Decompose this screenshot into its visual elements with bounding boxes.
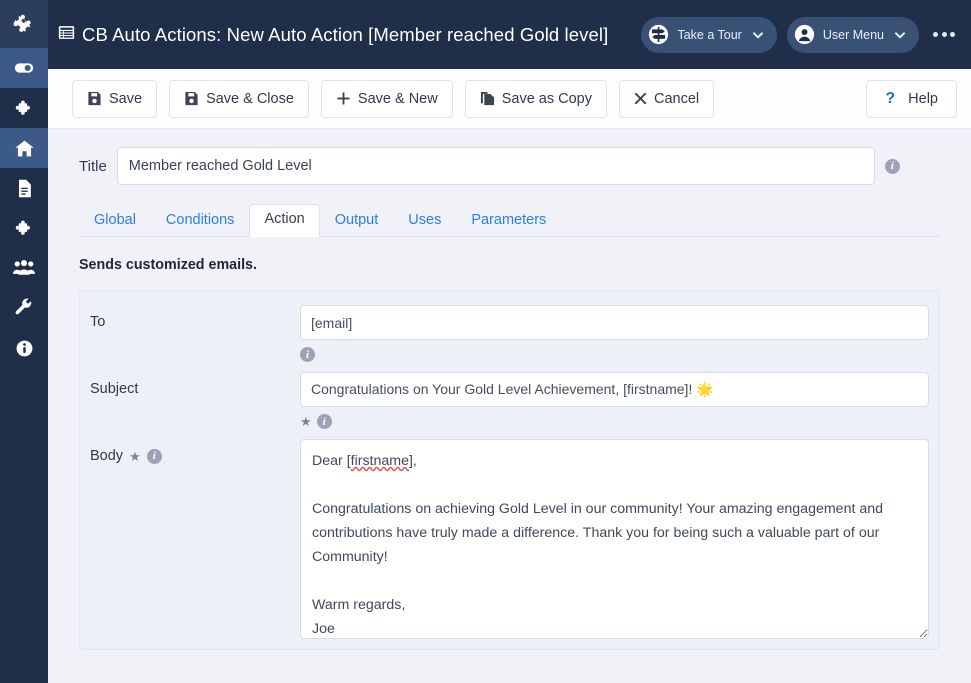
body-greeting-prefix: Dear [ xyxy=(312,453,351,469)
tab-parameters[interactable]: Parameters xyxy=(456,205,561,237)
sidebar-item-info[interactable] xyxy=(0,328,48,368)
save-button[interactable]: Save xyxy=(72,79,158,118)
field-body: Body ★ i Dear [firstname], Congratulatio… xyxy=(90,439,929,639)
user-circle-icon xyxy=(794,24,815,45)
subject-label-text: Subject xyxy=(90,381,139,397)
title-input[interactable] xyxy=(116,147,875,185)
puzzle-icon xyxy=(15,219,34,238)
page-title-text: CB Auto Actions: New Auto Action [Member… xyxy=(82,23,609,45)
body-signature: Joe xyxy=(312,621,335,637)
info-icon[interactable]: i xyxy=(884,158,900,174)
take-a-tour-label: Take a Tour xyxy=(677,27,742,42)
save-and-close-label: Save & Close xyxy=(206,90,294,107)
title-field-row: Title i xyxy=(79,147,940,185)
save-as-copy-button[interactable]: Save as Copy xyxy=(464,79,607,118)
tab-global[interactable]: Global xyxy=(79,205,151,237)
cancel-button[interactable]: Cancel xyxy=(619,79,715,118)
subject-input[interactable] xyxy=(300,372,929,407)
to-input[interactable] xyxy=(300,305,929,340)
save-disk-icon xyxy=(87,91,102,106)
body-textarea[interactable]: Dear [firstname], Congratulations on ach… xyxy=(300,439,929,639)
title-label: Title xyxy=(79,157,107,175)
action-toolbar: Save Save & Close Save & New Save as Cop… xyxy=(48,69,971,129)
to-label-text: To xyxy=(90,314,106,330)
joomla-logo-icon[interactable] xyxy=(0,0,48,48)
home-icon xyxy=(14,138,35,159)
signpost-icon xyxy=(648,24,669,45)
kebab-dot xyxy=(950,32,955,37)
help-button-label: Help xyxy=(908,90,938,107)
body-label: Body ★ i xyxy=(90,439,300,464)
to-label: To xyxy=(90,305,300,330)
users-icon xyxy=(13,259,35,277)
action-description: Sends customized emails. xyxy=(79,257,257,273)
take-a-tour-button[interactable]: Take a Tour xyxy=(641,16,777,53)
user-menu-label: User Menu xyxy=(822,27,884,42)
chevron-down-icon xyxy=(752,29,764,41)
tab-conditions[interactable]: Conditions xyxy=(151,205,250,237)
kebab-menu-icon[interactable] xyxy=(933,32,955,37)
info-icon[interactable]: i xyxy=(146,448,162,464)
page-title: CB Auto Actions: New Auto Action [Member… xyxy=(58,24,608,46)
to-meta: i xyxy=(300,347,929,362)
subject-control: ★ i xyxy=(300,372,929,429)
kebab-dot xyxy=(941,32,947,37)
subject-label: Subject xyxy=(90,372,300,397)
puzzle-icon xyxy=(15,99,34,118)
info-icon[interactable]: i xyxy=(300,347,315,362)
question-mark-icon: ? xyxy=(885,89,896,107)
sidebar xyxy=(0,0,48,683)
tab-bar: Global Conditions Action Output Uses Par… xyxy=(79,203,940,237)
sidebar-item-components[interactable] xyxy=(0,208,48,248)
sidebar-item-content[interactable] xyxy=(0,168,48,208)
save-button-label: Save xyxy=(109,90,143,107)
sidebar-item-extensions[interactable] xyxy=(0,88,48,128)
list-view-icon xyxy=(58,24,75,46)
document-icon xyxy=(16,179,33,198)
subject-meta: ★ i xyxy=(300,414,929,429)
copy-icon xyxy=(480,91,495,106)
body-signoff: Warm regards, xyxy=(312,597,406,613)
close-x-icon xyxy=(634,92,647,105)
user-menu-button[interactable]: User Menu xyxy=(786,16,919,53)
body-control: Dear [firstname], Congratulations on ach… xyxy=(300,439,929,639)
chevron-down-icon xyxy=(894,29,906,41)
to-control: i xyxy=(300,305,929,362)
main-column: CB Auto Actions: New Auto Action [Member… xyxy=(48,0,971,683)
content-area: Title i Global Conditions Action Output … xyxy=(48,129,971,683)
save-disk-icon xyxy=(184,91,199,106)
save-and-new-label: Save & New xyxy=(357,90,438,107)
save-and-close-button[interactable]: Save & Close xyxy=(169,79,309,118)
field-subject: Subject ★ i xyxy=(90,372,929,429)
top-header: CB Auto Actions: New Auto Action [Member… xyxy=(48,0,971,69)
body-greeting-suffix: ], xyxy=(408,453,417,469)
wrench-icon xyxy=(14,298,34,318)
help-button[interactable]: ? Help xyxy=(866,79,957,118)
sidebar-item-tools[interactable] xyxy=(0,288,48,328)
app-window: CB Auto Actions: New Auto Action [Member… xyxy=(0,0,971,683)
cancel-button-label: Cancel xyxy=(654,90,700,107)
toggle-icon xyxy=(13,57,35,79)
star-icon[interactable]: ★ xyxy=(300,415,312,428)
sidebar-item-users[interactable] xyxy=(0,248,48,288)
body-label-text: Body xyxy=(90,448,124,464)
kebab-dot xyxy=(933,32,938,37)
info-icon[interactable]: i xyxy=(316,414,332,429)
body-greeting-token: firstname xyxy=(350,453,409,469)
save-as-copy-label: Save as Copy xyxy=(501,90,592,107)
field-to: To i xyxy=(90,305,929,362)
tab-output[interactable]: Output xyxy=(320,205,394,237)
tab-action[interactable]: Action xyxy=(249,203,320,237)
info-circle-icon xyxy=(15,339,34,358)
body-paragraph: Congratulations on achieving Gold Level … xyxy=(312,501,887,565)
tab-uses[interactable]: Uses xyxy=(393,205,456,237)
sidebar-item-toggle[interactable] xyxy=(0,48,48,88)
plus-icon xyxy=(336,91,351,106)
save-and-new-button[interactable]: Save & New xyxy=(320,79,453,118)
star-icon[interactable]: ★ xyxy=(129,450,141,463)
sidebar-item-home[interactable] xyxy=(0,128,48,168)
action-fields-panel: To i Subject xyxy=(79,290,940,650)
